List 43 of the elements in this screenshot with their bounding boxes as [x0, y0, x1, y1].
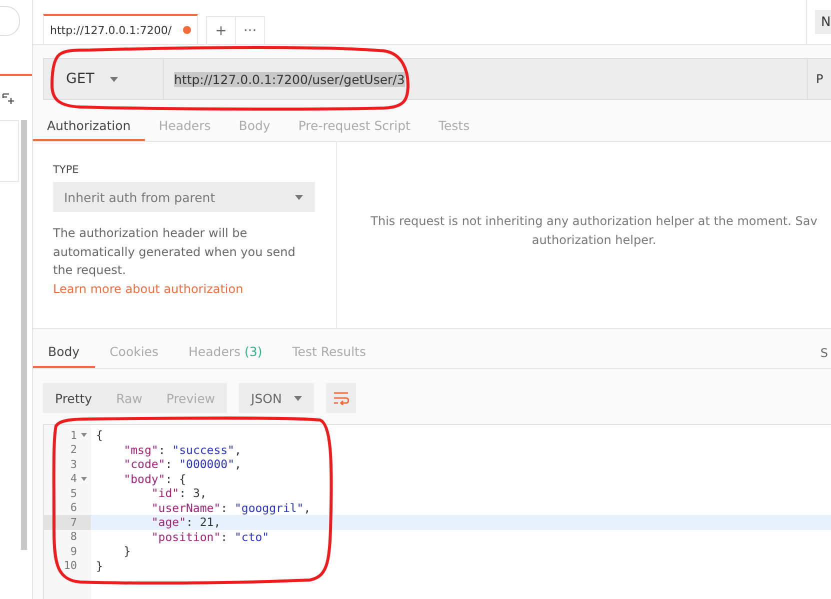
caret-icon	[295, 194, 303, 200]
line-number: 6	[70, 501, 77, 514]
status-text: S	[820, 346, 828, 360]
code-line: "id": 3,	[150, 486, 208, 500]
code-line: "msg": "success",	[122, 442, 242, 457]
line-number: 8	[70, 530, 77, 544]
response-tab[interactable]: Headers (3)	[174, 337, 278, 368]
caret-icon	[294, 396, 302, 400]
code-line: }	[95, 558, 104, 573]
type-label: TYPE	[53, 164, 80, 176]
new-tab-button[interactable]: +	[206, 16, 236, 44]
code-line: "body": {	[122, 472, 188, 486]
view-mode-button[interactable]: Pretty	[43, 383, 104, 413]
auth-message: This request is not inheriting any authorization helper at the moment. Sav authorization helper.	[370, 213, 818, 249]
code-line: }	[122, 544, 132, 558]
wrap-lines-icon	[333, 391, 350, 405]
more-tabs-button[interactable]: ···	[235, 16, 265, 44]
unsaved-dot	[183, 26, 191, 34]
auth-description: The authorization header will be automatically generated when you send the request. Learn more about authorization	[53, 225, 296, 298]
code-line: "code": "000000",	[122, 457, 242, 472]
scrollbar[interactable]	[21, 120, 27, 550]
code-line: "position": "cto"	[150, 530, 270, 544]
line-number: 7	[70, 516, 77, 529]
code-line: "userName": "googgril",	[150, 500, 312, 515]
line-number: 5	[70, 486, 77, 500]
response-tab[interactable]: Body	[33, 337, 95, 368]
new-collection-icon[interactable]	[2, 92, 14, 104]
fold-caret-icon[interactable]	[81, 433, 87, 438]
code-line: {	[95, 428, 104, 442]
request-tab[interactable]: http://127.0.0.1:7200/	[43, 14, 198, 44]
line-number: 10	[64, 559, 77, 572]
fold-caret-icon[interactable]	[81, 476, 87, 481]
line-number: 4	[70, 472, 77, 486]
line-number: 2	[70, 443, 77, 456]
learn-more-link[interactable]: Learn more about authorization	[53, 282, 244, 296]
code-editor[interactable]: 1 { 2 "msg": "success", 3 "code": "000000", 4 "body": { 5 "id": 3, 6 "userName": "googgril", 7 "age": 21, 8 "position": "cto" 9 } 10 }	[43, 424, 831, 599]
line-number: 1	[70, 428, 77, 442]
line-number: 9	[70, 544, 77, 558]
format-select[interactable]: JSON	[239, 383, 314, 413]
environment-select[interactable]: N	[815, 10, 831, 34]
auth-type-select[interactable]: Inherit auth from parent	[53, 182, 315, 212]
wrap-button[interactable]	[326, 383, 356, 413]
line-number: 3	[70, 458, 77, 471]
